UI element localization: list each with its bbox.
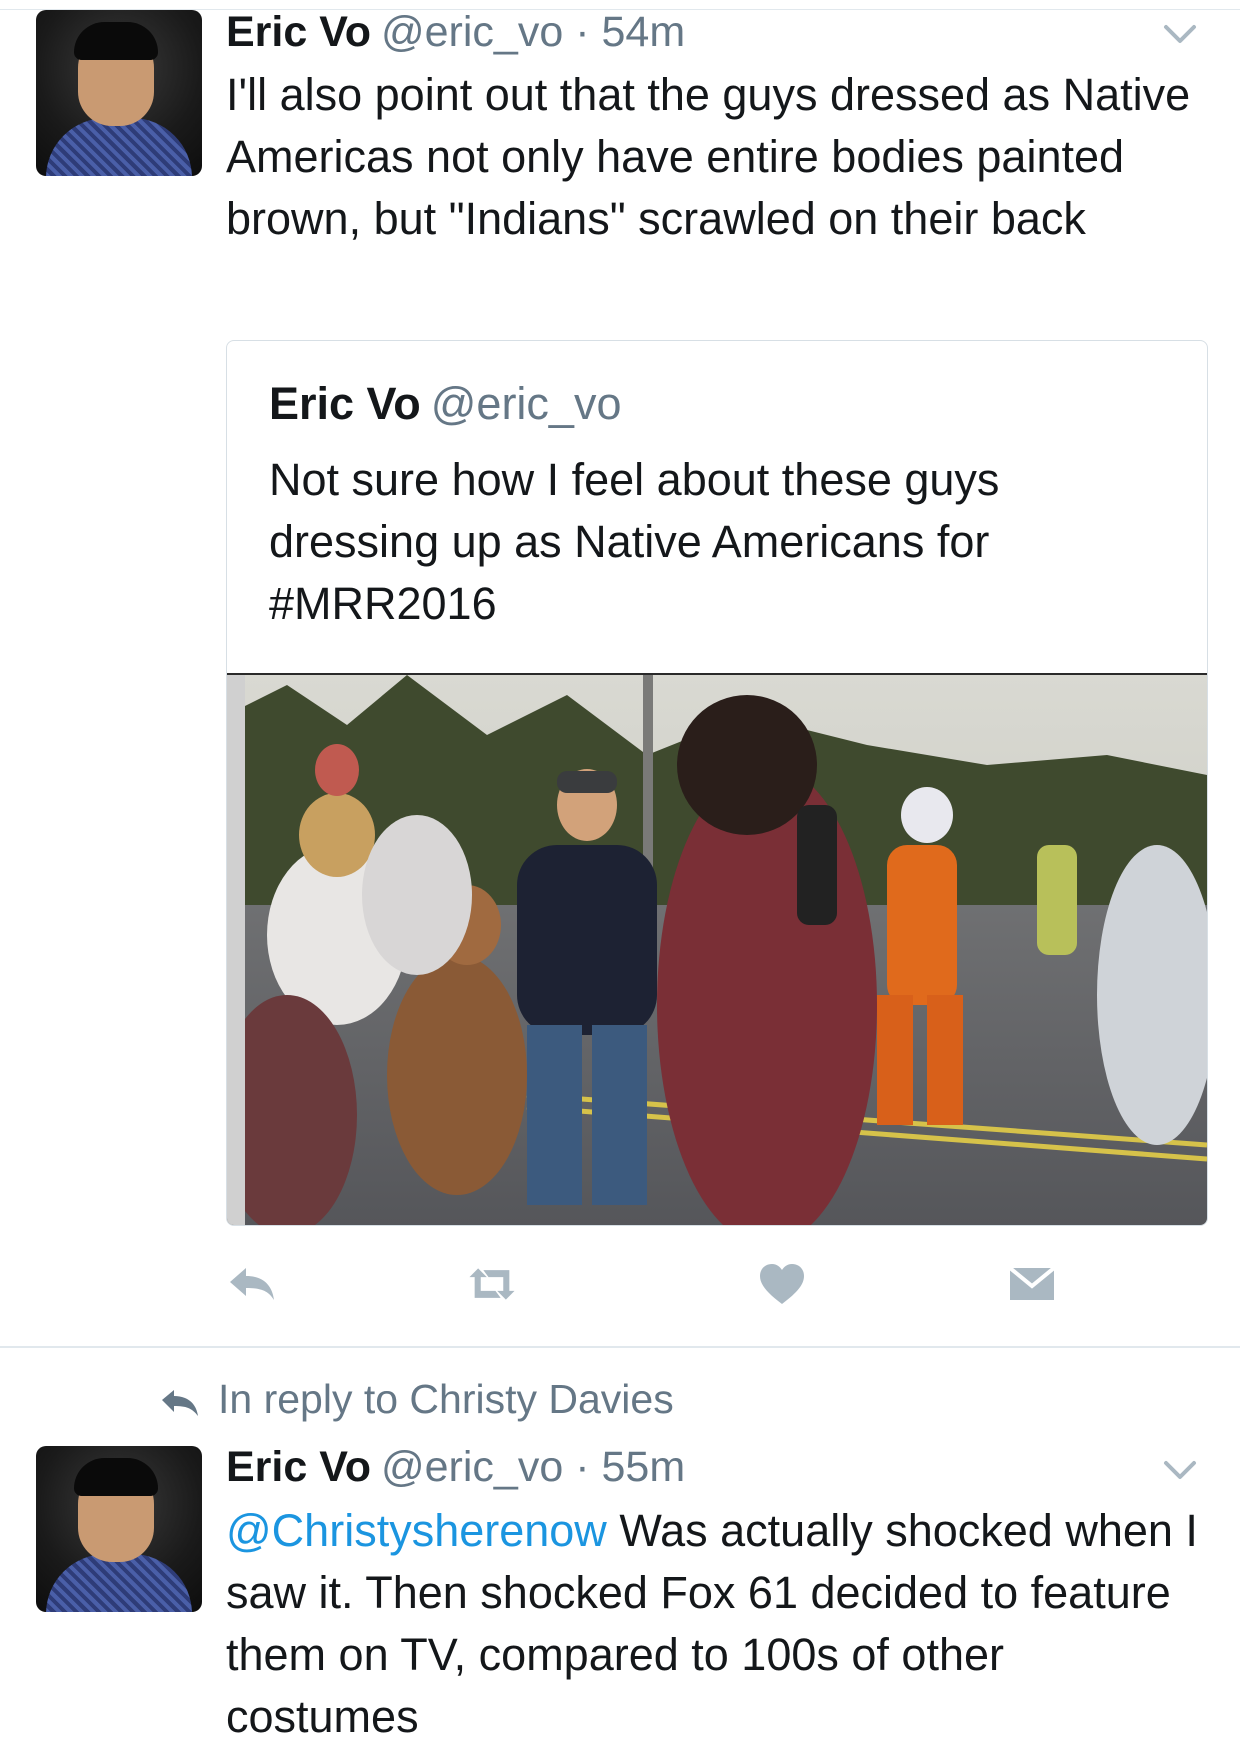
- timestamp[interactable]: · 54m: [575, 8, 685, 56]
- avatar[interactable]: [36, 1446, 202, 1612]
- reply-arrow-icon: [162, 1390, 198, 1417]
- retweet-icon[interactable]: [466, 1262, 518, 1306]
- reply-context-text[interactable]: In reply to Christy Davies: [218, 1376, 674, 1422]
- tweet-divider: [0, 1346, 1240, 1348]
- tweet-header: Eric Vo @eric_vo · 54m: [226, 8, 685, 56]
- avatar[interactable]: [36, 10, 202, 176]
- quoted-tweet[interactable]: Eric Vo @eric_vo Not sure how I feel abou…: [226, 340, 1208, 1226]
- direct-message-icon[interactable]: [1006, 1262, 1058, 1306]
- like-icon[interactable]: [756, 1262, 808, 1306]
- tweet-actions: [226, 1262, 1096, 1312]
- author-name[interactable]: Eric Vo: [226, 8, 371, 56]
- timestamp[interactable]: · 55m: [575, 1443, 685, 1491]
- quoted-text: Not sure how I feel about these guys dre…: [269, 454, 1000, 629]
- tweet-text: I'll also point out that the guys dresse…: [226, 69, 1191, 244]
- quoted-author-handle: @eric_vo: [430, 378, 622, 429]
- chevron-down-icon[interactable]: [1162, 1458, 1198, 1482]
- quoted-media-image[interactable]: [227, 673, 1207, 1225]
- quoted-author-name: Eric Vo: [269, 378, 421, 429]
- mention-link[interactable]: @Christysherenow: [226, 1505, 607, 1556]
- tweet-header: Eric Vo @eric_vo · 55m: [226, 1443, 685, 1491]
- chevron-down-icon[interactable]: [1162, 22, 1198, 46]
- author-name[interactable]: Eric Vo: [226, 1443, 371, 1491]
- author-handle[interactable]: @eric_vo: [381, 1443, 563, 1491]
- reply-context[interactable]: In reply to Christy Davies: [160, 1374, 674, 1424]
- author-handle[interactable]: @eric_vo: [381, 8, 563, 56]
- tweet-text: @Christysherenow Was actually shocked wh…: [226, 1500, 1206, 1748]
- quoted-header: Eric Vo @eric_vo: [269, 379, 621, 429]
- reply-icon[interactable]: [226, 1262, 278, 1306]
- media-photo: [227, 675, 1207, 1225]
